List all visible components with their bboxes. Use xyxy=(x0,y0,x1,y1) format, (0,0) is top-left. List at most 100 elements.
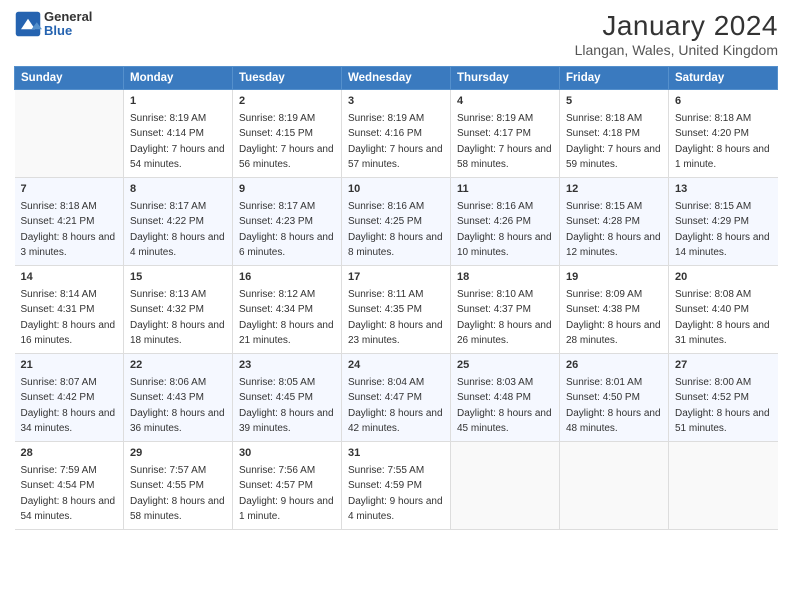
calendar-cell: 31Sunrise: 7:55 AMSunset: 4:59 PMDayligh… xyxy=(342,441,451,529)
day-number: 27 xyxy=(675,358,772,374)
calendar-cell: 21Sunrise: 8:07 AMSunset: 4:42 PMDayligh… xyxy=(15,353,124,441)
col-friday: Friday xyxy=(560,67,669,90)
cell-info: Sunrise: 8:10 AMSunset: 4:37 PMDaylight:… xyxy=(457,289,552,347)
calendar-cell xyxy=(560,441,669,529)
cell-info: Sunrise: 8:08 AMSunset: 4:40 PMDaylight:… xyxy=(675,289,770,347)
day-number: 29 xyxy=(130,446,226,462)
col-tuesday: Tuesday xyxy=(233,67,342,90)
day-number: 1 xyxy=(130,94,226,110)
day-number: 28 xyxy=(21,446,118,462)
logo-text: General Blue xyxy=(44,10,92,39)
cell-info: Sunrise: 8:17 AMSunset: 4:23 PMDaylight:… xyxy=(239,201,334,259)
table-row: 7Sunrise: 8:18 AMSunset: 4:21 PMDaylight… xyxy=(15,177,778,265)
calendar-cell: 15 Sunrise: 8:13 AMSunset: 4:32 PMDayligh… xyxy=(124,265,233,353)
cell-info: Sunrise: 8:01 AMSunset: 4:50 PMDaylight:… xyxy=(566,377,661,435)
logo: General Blue xyxy=(14,10,92,39)
cell-info: Sunrise: 8:00 AMSunset: 4:52 PMDaylight:… xyxy=(675,377,770,435)
cell-info: Sunrise: 7:59 AMSunset: 4:54 PMDaylight:… xyxy=(21,465,116,523)
day-number: 20 xyxy=(675,270,772,286)
cell-info: Sunrise: 8:04 AMSunset: 4:47 PMDaylight:… xyxy=(348,377,443,435)
calendar-cell: 4 Sunrise: 8:19 AMSunset: 4:17 PMDaylight… xyxy=(451,90,560,178)
header-row: Sunday Monday Tuesday Wednesday Thursday… xyxy=(15,67,778,90)
calendar-table: Sunday Monday Tuesday Wednesday Thursday… xyxy=(14,66,778,530)
calendar-cell: 3 Sunrise: 8:19 AMSunset: 4:16 PMDaylight… xyxy=(342,90,451,178)
day-number: 18 xyxy=(457,270,553,286)
calendar-cell: 26 Sunrise: 8:01 AMSunset: 4:50 PMDayligh… xyxy=(560,353,669,441)
calendar-cell: 13 Sunrise: 8:15 AMSunset: 4:29 PMDayligh… xyxy=(669,177,778,265)
calendar-cell: 2 Sunrise: 8:19 AMSunset: 4:15 PMDaylight… xyxy=(233,90,342,178)
cell-info: Sunrise: 8:11 AMSunset: 4:35 PMDaylight:… xyxy=(348,289,443,347)
calendar-cell: 22 Sunrise: 8:06 AMSunset: 4:43 PMDayligh… xyxy=(124,353,233,441)
calendar-cell: 14 Sunrise: 8:14 AMSunset: 4:31 PMDayligh… xyxy=(15,265,124,353)
calendar-cell: 18 Sunrise: 8:10 AMSunset: 4:37 PMDayligh… xyxy=(451,265,560,353)
cell-info: Sunrise: 8:19 AMSunset: 4:17 PMDaylight:… xyxy=(457,113,552,171)
cell-info: Sunrise: 8:03 AMSunset: 4:48 PMDaylight:… xyxy=(457,377,552,435)
calendar-cell: 9Sunrise: 8:17 AMSunset: 4:23 PMDaylight… xyxy=(233,177,342,265)
day-number: 23 xyxy=(239,358,335,374)
day-number: 8 xyxy=(130,182,226,198)
day-number: 26 xyxy=(566,358,662,374)
calendar-subtitle: Llangan, Wales, United Kingdom xyxy=(575,42,778,58)
cell-info: Sunrise: 8:06 AMSunset: 4:43 PMDaylight:… xyxy=(130,377,225,435)
calendar-cell: 23 Sunrise: 8:05 AMSunset: 4:45 PMDayligh… xyxy=(233,353,342,441)
calendar-title: January 2024 xyxy=(575,10,778,42)
day-number: 13 xyxy=(675,182,772,198)
day-number: 3 xyxy=(348,94,444,110)
cell-info: Sunrise: 7:57 AMSunset: 4:55 PMDaylight:… xyxy=(130,465,225,523)
cell-info: Sunrise: 8:13 AMSunset: 4:32 PMDaylight:… xyxy=(130,289,225,347)
cell-info: Sunrise: 8:14 AMSunset: 4:31 PMDaylight:… xyxy=(21,289,116,347)
day-number: 11 xyxy=(457,182,553,198)
cell-info: Sunrise: 8:15 AMSunset: 4:29 PMDaylight:… xyxy=(675,201,770,259)
cell-info: Sunrise: 7:56 AMSunset: 4:57 PMDaylight:… xyxy=(239,465,334,523)
cell-info: Sunrise: 8:18 AMSunset: 4:20 PMDaylight:… xyxy=(675,113,770,171)
day-number: 22 xyxy=(130,358,226,374)
calendar-cell: 27 Sunrise: 8:00 AMSunset: 4:52 PMDayligh… xyxy=(669,353,778,441)
cell-info: Sunrise: 8:19 AMSunset: 4:16 PMDaylight:… xyxy=(348,113,443,171)
day-number: 24 xyxy=(348,358,444,374)
cell-info: Sunrise: 8:19 AMSunset: 4:15 PMDaylight:… xyxy=(239,113,334,171)
calendar-cell: 24 Sunrise: 8:04 AMSunset: 4:47 PMDayligh… xyxy=(342,353,451,441)
cell-info: Sunrise: 8:19 AMSunset: 4:14 PMDaylight:… xyxy=(130,113,225,171)
cell-info: Sunrise: 8:18 AMSunset: 4:21 PMDaylight:… xyxy=(21,201,116,259)
day-number: 21 xyxy=(21,358,118,374)
cell-info: Sunrise: 8:18 AMSunset: 4:18 PMDaylight:… xyxy=(566,113,661,171)
cell-info: Sunrise: 8:12 AMSunset: 4:34 PMDaylight:… xyxy=(239,289,334,347)
calendar-cell: 19Sunrise: 8:09 AMSunset: 4:38 PMDayligh… xyxy=(560,265,669,353)
calendar-cell xyxy=(669,441,778,529)
calendar-cell xyxy=(451,441,560,529)
logo-general: General xyxy=(44,10,92,24)
main-container: General Blue January 2024 Llangan, Wales… xyxy=(0,0,792,538)
day-number: 4 xyxy=(457,94,553,110)
cell-info: Sunrise: 8:05 AMSunset: 4:45 PMDaylight:… xyxy=(239,377,334,435)
day-number: 16 xyxy=(239,270,335,286)
day-number: 5 xyxy=(566,94,662,110)
calendar-cell: 6 Sunrise: 8:18 AMSunset: 4:20 PMDaylight… xyxy=(669,90,778,178)
day-number: 15 xyxy=(130,270,226,286)
table-row: 28 Sunrise: 7:59 AMSunset: 4:54 PMDayligh… xyxy=(15,441,778,529)
col-sunday: Sunday xyxy=(15,67,124,90)
col-thursday: Thursday xyxy=(451,67,560,90)
day-number: 2 xyxy=(239,94,335,110)
day-number: 6 xyxy=(675,94,772,110)
day-number: 25 xyxy=(457,358,553,374)
calendar-cell: 11Sunrise: 8:16 AMSunset: 4:26 PMDayligh… xyxy=(451,177,560,265)
cell-info: Sunrise: 8:15 AMSunset: 4:28 PMDaylight:… xyxy=(566,201,661,259)
calendar-cell: 20 Sunrise: 8:08 AMSunset: 4:40 PMDayligh… xyxy=(669,265,778,353)
calendar-cell xyxy=(15,90,124,178)
cell-info: Sunrise: 8:16 AMSunset: 4:25 PMDaylight:… xyxy=(348,201,443,259)
day-number: 30 xyxy=(239,446,335,462)
calendar-cell: 28 Sunrise: 7:59 AMSunset: 4:54 PMDayligh… xyxy=(15,441,124,529)
calendar-cell: 8Sunrise: 8:17 AMSunset: 4:22 PMDaylight… xyxy=(124,177,233,265)
calendar-cell: 7Sunrise: 8:18 AMSunset: 4:21 PMDaylight… xyxy=(15,177,124,265)
table-row: 21Sunrise: 8:07 AMSunset: 4:42 PMDayligh… xyxy=(15,353,778,441)
col-wednesday: Wednesday xyxy=(342,67,451,90)
table-row: 14 Sunrise: 8:14 AMSunset: 4:31 PMDayligh… xyxy=(15,265,778,353)
day-number: 10 xyxy=(348,182,444,198)
calendar-cell: 10 Sunrise: 8:16 AMSunset: 4:25 PMDayligh… xyxy=(342,177,451,265)
calendar-cell: 25 Sunrise: 8:03 AMSunset: 4:48 PMDayligh… xyxy=(451,353,560,441)
calendar-cell: 29 Sunrise: 7:57 AMSunset: 4:55 PMDayligh… xyxy=(124,441,233,529)
calendar-cell: 12Sunrise: 8:15 AMSunset: 4:28 PMDayligh… xyxy=(560,177,669,265)
day-number: 14 xyxy=(21,270,118,286)
table-row: 1 Sunrise: 8:19 AMSunset: 4:14 PMDaylight… xyxy=(15,90,778,178)
cell-info: Sunrise: 7:55 AMSunset: 4:59 PMDaylight:… xyxy=(348,465,443,523)
